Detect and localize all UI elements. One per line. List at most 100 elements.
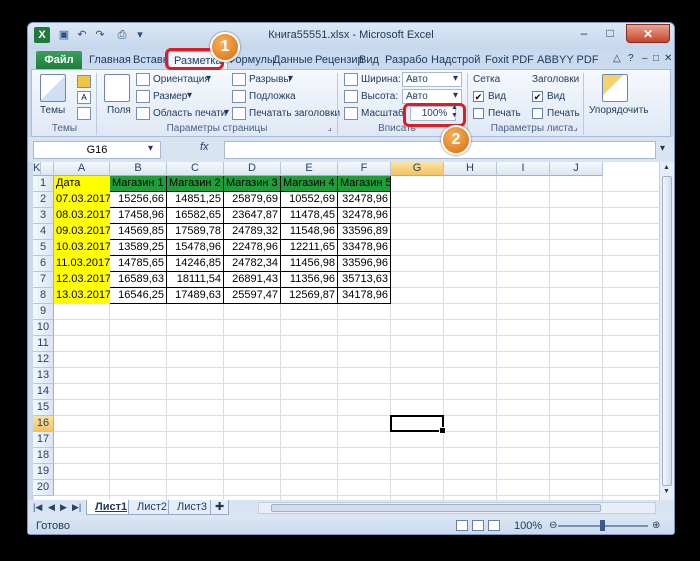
row-header[interactable]: 18 (33, 448, 54, 464)
column-header[interactable]: C (167, 162, 224, 176)
sales-cell[interactable]: 16582,65 (167, 208, 224, 224)
formula-input[interactable] (224, 141, 656, 159)
store-header-cell[interactable]: Магазин 3 (224, 176, 281, 192)
date-cell[interactable]: 09.03.2017 (54, 224, 110, 240)
sales-cell[interactable]: 18111,54 (167, 272, 224, 288)
row-header[interactable]: 13 (33, 368, 54, 384)
sales-cell[interactable]: 10552,69 (281, 192, 338, 208)
tab-developer[interactable]: Разрабо (380, 51, 433, 70)
date-cell[interactable]: 07.03.2017 (54, 192, 110, 208)
sales-cell[interactable]: 11356,96 (281, 272, 338, 288)
size-button[interactable]: Размер (153, 91, 187, 102)
arrange-icon[interactable] (602, 74, 628, 102)
column-header[interactable]: B (110, 162, 167, 176)
row-header[interactable]: 12 (33, 352, 54, 368)
print-area-icon[interactable] (136, 107, 150, 120)
colors-icon[interactable] (77, 75, 91, 88)
column-header[interactable]: K (33, 162, 42, 176)
maximize-button[interactable]: □ (598, 24, 622, 43)
name-box[interactable]: G16 (33, 141, 161, 159)
row-header[interactable]: 16 (33, 416, 54, 432)
sales-cell[interactable]: 13589,25 (110, 240, 167, 256)
background-button[interactable]: Подложка (249, 91, 296, 102)
sales-cell[interactable]: 23647,87 (224, 208, 281, 224)
row-header[interactable]: 2 (33, 192, 54, 208)
sales-cell[interactable]: 17458,96 (110, 208, 167, 224)
chevron-down-icon[interactable]: ▾ (206, 73, 211, 84)
tab-file[interactable]: Файл (36, 51, 82, 70)
expand-formula-bar-icon[interactable]: ▾ (660, 143, 665, 154)
chevron-down-icon[interactable]: ▾ (224, 107, 229, 118)
sales-cell[interactable]: 17589,78 (167, 224, 224, 240)
insert-function-icon[interactable]: fx (200, 141, 209, 153)
sales-cell[interactable]: 11478,45 (281, 208, 338, 224)
date-cell[interactable]: 08.03.2017 (54, 208, 110, 224)
column-header[interactable]: D (224, 162, 281, 176)
zoom-out-icon[interactable]: ⊖ (549, 520, 557, 531)
sales-cell[interactable]: 35713,63 (338, 272, 391, 288)
dialog-launcher-icon[interactable]: ⌟ (574, 123, 578, 132)
zoom-level[interactable]: 100% (514, 520, 542, 532)
effects-icon[interactable] (77, 107, 91, 120)
store-header-cell[interactable]: Магазин 2 (167, 176, 224, 192)
vertical-scrollbar[interactable]: ▲ ▼ (659, 162, 674, 500)
store-header-cell[interactable]: Магазин 5 (338, 176, 391, 192)
chevron-down-icon[interactable]: ▾ (453, 90, 458, 101)
sales-cell[interactable]: 25597,47 (224, 288, 281, 304)
sales-cell[interactable]: 14851,25 (167, 192, 224, 208)
margins-button-label[interactable]: Поля (107, 105, 131, 116)
sales-cell[interactable]: 14246,85 (167, 256, 224, 272)
gridlines-print-checkbox[interactable] (473, 108, 484, 119)
sales-cell[interactable]: 24782,34 (224, 256, 281, 272)
workbook-restore-icon[interactable]: □ (653, 53, 659, 64)
sales-cell[interactable]: 15478,96 (167, 240, 224, 256)
sales-cell[interactable]: 26891,43 (224, 272, 281, 288)
column-header[interactable]: I (497, 162, 550, 176)
row-header[interactable]: 7 (33, 272, 54, 288)
prev-sheet-icon[interactable]: ◀ (48, 502, 55, 513)
tab-abbyy-pdf[interactable]: ABBYY PDF (532, 51, 604, 70)
next-sheet-icon[interactable]: ▶ (60, 502, 67, 513)
date-header-cell[interactable]: Дата (54, 176, 110, 192)
sales-cell[interactable]: 12569,87 (281, 288, 338, 304)
row-header[interactable]: 19 (33, 464, 54, 480)
sales-cell[interactable]: 16546,25 (110, 288, 167, 304)
row-header[interactable]: 5 (33, 240, 54, 256)
sales-cell[interactable]: 25879,69 (224, 192, 281, 208)
sales-cell[interactable]: 24789,32 (224, 224, 281, 240)
store-header-cell[interactable]: Магазин 1 (110, 176, 167, 192)
orientation-icon[interactable] (136, 73, 150, 86)
column-header[interactable]: F (338, 162, 391, 176)
date-cell[interactable]: 12.03.2017 (54, 272, 110, 288)
sales-cell[interactable]: 16589,63 (110, 272, 167, 288)
column-header[interactable]: E (281, 162, 338, 176)
sales-cell[interactable]: 33478,96 (338, 240, 391, 256)
row-header[interactable]: 20 (33, 480, 54, 496)
scroll-down-icon[interactable]: ▼ (663, 488, 670, 495)
background-icon[interactable] (232, 90, 246, 103)
zoom-slider-knob[interactable] (600, 520, 605, 531)
arrange-button[interactable]: Упорядочить (589, 105, 649, 116)
row-header[interactable]: 10 (33, 320, 54, 336)
sales-cell[interactable]: 12211,65 (281, 240, 338, 256)
column-header[interactable]: J (550, 162, 603, 176)
scroll-up-icon[interactable]: ▲ (663, 164, 670, 171)
row-header[interactable]: 17 (33, 432, 54, 448)
sales-cell[interactable]: 33596,96 (338, 256, 391, 272)
print-titles-icon[interactable] (232, 107, 246, 120)
fonts-icon[interactable]: A (77, 91, 91, 104)
store-header-cell[interactable]: Магазин 4 (281, 176, 338, 192)
sales-cell[interactable]: 32478,96 (338, 208, 391, 224)
workbook-minimize-icon[interactable]: – (642, 53, 648, 64)
chevron-down-icon[interactable]: ▾ (187, 90, 192, 101)
sales-cell[interactable]: 11456,98 (281, 256, 338, 272)
date-cell[interactable]: 11.03.2017 (54, 256, 110, 272)
themes-icon[interactable] (40, 74, 66, 102)
size-icon[interactable] (136, 90, 150, 103)
active-cell-cursor[interactable] (390, 415, 446, 434)
row-header[interactable]: 1 (33, 176, 54, 192)
chevron-down-icon[interactable]: ▾ (148, 143, 153, 154)
horizontal-scrollbar[interactable] (258, 502, 656, 514)
sales-cell[interactable]: 33596,89 (338, 224, 391, 240)
column-header[interactable]: A (54, 162, 110, 176)
